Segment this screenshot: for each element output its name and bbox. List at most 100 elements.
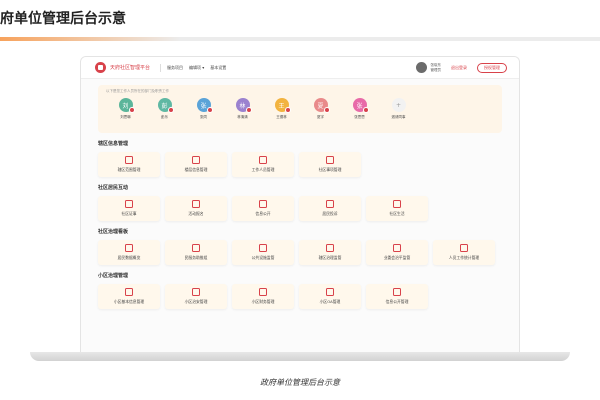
feature-tile[interactable]: 业委会治平监管 <box>366 240 428 265</box>
feature-tile[interactable]: 工作人员管理 <box>232 152 294 177</box>
contact-name: 刘思琳 <box>120 115 131 119</box>
contact-name: 彭乐 <box>161 115 168 119</box>
check-badge-icon <box>128 107 135 113</box>
contact-list: 刘刘思琳彭彭乐张张同林林清清王王德林夏夏宇张张思思 + 邀请同事 <box>106 98 494 120</box>
feature-icon <box>125 156 133 164</box>
contact-name: 王德林 <box>276 115 287 119</box>
section-title: 小区治理管理 <box>98 273 129 279</box>
feature-icon <box>125 200 133 208</box>
nav-link-settings[interactable]: 基本设置 <box>210 65 226 71</box>
feature-icon <box>460 244 468 252</box>
header-divider <box>160 63 162 72</box>
app-title: 天府社区智理平台 <box>110 65 151 71</box>
contact-name: 张同 <box>200 115 207 119</box>
tile-label: 活动报名 <box>188 211 204 216</box>
feature-tile[interactable]: 小区基本信息管理 <box>98 284 160 309</box>
main-content: 以下是您工作人员所在的部门及职责工作 刘刘思琳彭彭乐张张同林林清清王王德林夏夏宇… <box>81 79 519 309</box>
feature-tile[interactable]: 信息公开 <box>232 196 294 221</box>
feature-icon <box>326 244 334 252</box>
feature-tile[interactable]: 小区治安管理 <box>165 284 227 309</box>
tile-grid: 辖区范围管理 楼层信息管理 工作人员管理 社区事项管理 <box>98 152 502 177</box>
tile-grid: 社区证事 活动报名 信息公开 居民投诉 社区生活 <box>98 196 502 221</box>
contact-item[interactable]: 王王德林 <box>262 98 301 120</box>
check-badge-icon <box>167 107 174 113</box>
feature-tile[interactable]: 活动报名 <box>165 196 227 221</box>
feature-tile[interactable]: 辖区范围管理 <box>98 152 160 177</box>
feature-tile[interactable]: 小区财务管理 <box>232 284 294 309</box>
feature-tile[interactable]: 辖区治理监管 <box>299 240 361 265</box>
tile-label: 信息公开管理 <box>385 299 409 304</box>
tile-label: 公共设施监管 <box>251 255 275 260</box>
tile-grid: 居民数据概览 民服务助推组 公共设施监管 辖区治理监管 业委会治平监管 人员工作统计管理 <box>98 240 502 265</box>
feature-tile[interactable]: 社区证事 <box>98 196 160 221</box>
feature-icon <box>393 244 401 252</box>
tile-label: 民服务助推组 <box>184 255 208 260</box>
avatar[interactable] <box>415 62 427 73</box>
sections: 辖区信息管理辖区范围管理 楼层信息管理 工作人员管理 社区事项管理社区居民互动社区证事… <box>98 140 502 309</box>
invite-colleague[interactable]: + 邀请同事 <box>379 98 418 120</box>
feature-icon <box>192 288 200 296</box>
tile-label: 信息公开 <box>255 211 271 216</box>
contact-avatar: 王 <box>274 98 291 113</box>
tile-label: 社区证事 <box>121 211 137 216</box>
feature-icon <box>192 156 200 164</box>
feature-tile[interactable]: 小区OA管理 <box>299 284 361 309</box>
feature-icon <box>125 288 133 296</box>
laptop-screen: 天府社区智理平台 服务项目 编辑项 ▾ 基本设置 张晓东 管理员 退出登录 授权… <box>80 56 520 354</box>
check-badge-icon <box>362 107 369 113</box>
laptop-base <box>30 352 570 361</box>
contacts-panel: 以下是您工作人员所在的部门及职责工作 刘刘思琳彭彭乐张张同林林清清王王德林夏夏宇… <box>98 85 502 133</box>
tile-label: 辖区范围管理 <box>117 167 141 172</box>
slide-title: 府单位管理后台示意 <box>0 11 126 27</box>
feature-tile[interactable]: 社区事项管理 <box>299 152 361 177</box>
feature-tile[interactable]: 信息公开管理 <box>366 284 428 309</box>
contact-avatar: 张 <box>196 98 213 113</box>
contacts-hint: 以下是您工作人员所在的部门及职责工作 <box>106 89 169 93</box>
contact-item[interactable]: 林林清清 <box>223 98 262 120</box>
feature-tile[interactable]: 人员工作统计管理 <box>433 240 495 265</box>
tile-label: 社区生活 <box>389 211 405 216</box>
feature-tile[interactable]: 社区生活 <box>366 196 428 221</box>
contact-item[interactable]: 夏夏宇 <box>301 98 340 120</box>
user-role: 管理员 <box>430 67 442 72</box>
logo-icon <box>95 62 106 73</box>
check-badge-icon <box>245 107 252 113</box>
tile-label: 居民投诉 <box>322 211 338 216</box>
feature-tile[interactable]: 楼层信息管理 <box>165 152 227 177</box>
feature-tile[interactable]: 公共设施监管 <box>232 240 294 265</box>
auth-manage-button[interactable]: 授权管理 <box>477 62 507 73</box>
feature-tile[interactable]: 居民数据概览 <box>98 240 160 265</box>
feature-tile[interactable]: 居民投诉 <box>299 196 361 221</box>
tile-label: 业委会治平监管 <box>383 255 411 260</box>
feature-icon <box>259 200 267 208</box>
contact-avatar: 林 <box>235 98 252 113</box>
nav-link-edit[interactable]: 编辑项 ▾ <box>189 65 204 71</box>
feature-icon <box>326 200 334 208</box>
contact-name: 夏宇 <box>317 115 324 119</box>
feature-icon <box>326 156 334 164</box>
feature-icon <box>192 200 200 208</box>
section-title: 辖区信息管理 <box>98 141 129 147</box>
tile-label: 小区OA管理 <box>319 299 341 304</box>
nav-link-services[interactable]: 服务项目 <box>167 65 183 71</box>
user-info: 张晓东 管理员 <box>431 63 442 73</box>
feature-icon <box>259 244 267 252</box>
section-title: 社区居民互动 <box>98 185 129 191</box>
contact-item[interactable]: 刘刘思琳 <box>106 98 145 120</box>
tile-label: 小区基本信息管理 <box>113 299 145 304</box>
feature-tile[interactable]: 民服务助推组 <box>165 240 227 265</box>
contact-avatar: 张 <box>352 98 369 113</box>
app-header: 天府社区智理平台 服务项目 编辑项 ▾ 基本设置 张晓东 管理员 退出登录 授权… <box>81 57 519 79</box>
feature-icon <box>125 244 133 252</box>
logout-link[interactable]: 退出登录 <box>451 65 467 71</box>
contact-item[interactable]: 彭彭乐 <box>145 98 184 120</box>
tile-label: 人员工作统计管理 <box>448 255 480 260</box>
feature-icon <box>326 288 334 296</box>
contact-name: 邀请同事 <box>391 115 406 119</box>
contact-item[interactable]: 张张同 <box>184 98 223 120</box>
plus-icon: + <box>391 98 406 112</box>
feature-icon <box>393 288 401 296</box>
contact-item[interactable]: 张张思思 <box>340 98 379 120</box>
check-badge-icon <box>206 107 213 113</box>
slide-caption: 政府单位管理后台示意 <box>260 378 340 387</box>
